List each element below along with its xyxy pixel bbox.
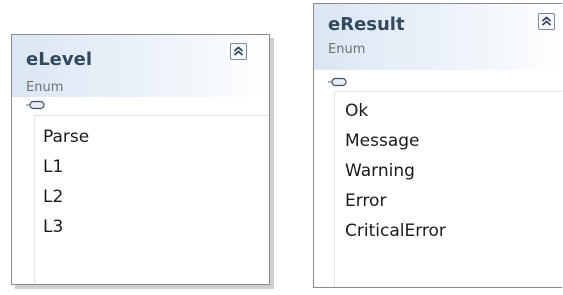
- double-chevron-up-icon[interactable]: [538, 13, 555, 30]
- enum-stereotype: Enum: [328, 42, 366, 57]
- enum-member[interactable]: Parse: [43, 122, 89, 152]
- enum-member[interactable]: Message: [345, 126, 446, 156]
- enum-title: eResult: [328, 14, 405, 35]
- enum-member-list: Parse L1 L2 L3: [43, 122, 89, 242]
- enum-members-compartment: Parse L1 L2 L3: [34, 115, 269, 284]
- enum-header: eResult Enum: [314, 4, 562, 87]
- enum-title: eLevel: [26, 49, 92, 70]
- enum-member[interactable]: Warning: [345, 156, 446, 186]
- enum-member[interactable]: L1: [43, 152, 89, 182]
- enum-header: eLevel Enum: [12, 35, 269, 110]
- double-chevron-up-icon[interactable]: [230, 43, 247, 60]
- enum-member[interactable]: Ok: [345, 96, 446, 126]
- enum-member[interactable]: Error: [345, 186, 446, 216]
- enum-member[interactable]: CriticalError: [345, 216, 446, 246]
- members-toggle-icon[interactable]: [26, 100, 48, 110]
- enum-member[interactable]: L2: [43, 182, 89, 212]
- enum-shape-elevel[interactable]: eLevel Enum Parse L1 L2 L3: [11, 34, 270, 285]
- enum-member[interactable]: L3: [43, 212, 89, 242]
- enum-members-compartment: Ok Message Warning Error CriticalError: [334, 91, 562, 287]
- class-diagram-canvas: eLevel Enum Parse L1 L2 L3 eResult Enum …: [0, 0, 563, 295]
- enum-shape-eresult[interactable]: eResult Enum Ok Message Warning Error Cr…: [313, 3, 562, 288]
- enum-member-list: Ok Message Warning Error CriticalError: [345, 96, 446, 246]
- members-toggle-icon[interactable]: [328, 77, 350, 87]
- enum-stereotype: Enum: [26, 80, 64, 95]
